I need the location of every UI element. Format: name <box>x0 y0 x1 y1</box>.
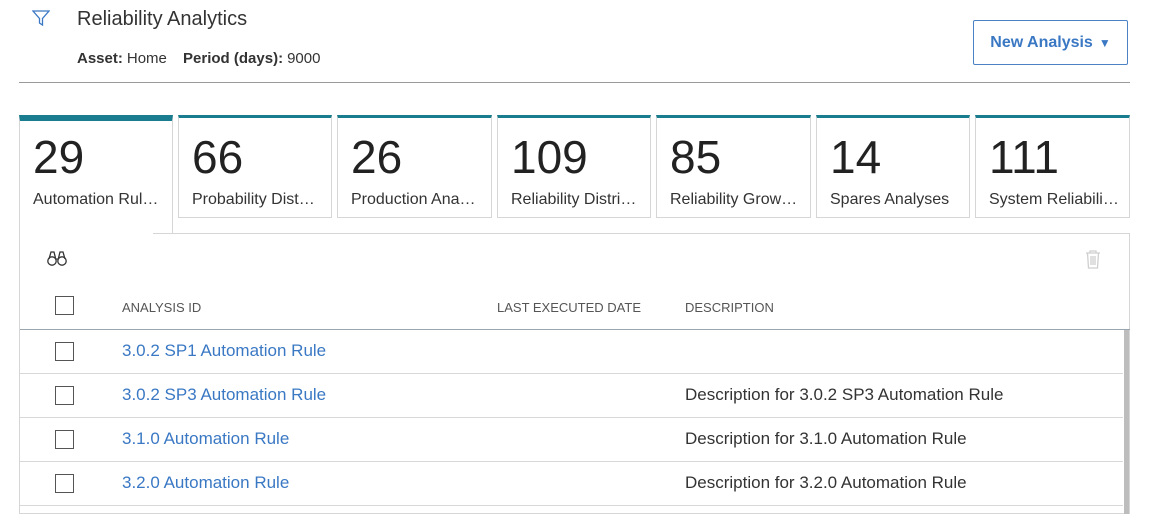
caret-down-icon: ▼ <box>1098 35 1111 50</box>
new-analysis-button[interactable]: New Analysis ▼ <box>973 20 1128 65</box>
row-checkbox[interactable] <box>55 430 74 449</box>
tab-system-reliability[interactable]: 111 System Reliabili… <box>975 115 1130 218</box>
asset-value: Home <box>126 50 167 67</box>
select-all-checkbox[interactable] <box>55 296 74 315</box>
header-divider <box>19 82 1130 83</box>
binoculars-icon[interactable] <box>46 248 68 268</box>
description-cell: Description for 3.2.0 Automation Rule <box>685 473 967 492</box>
tab-count: 111 <box>989 131 1059 183</box>
analysis-id-link[interactable]: 3.1.0 Automation Rule <box>122 429 289 449</box>
new-analysis-label: New Analysis <box>990 33 1093 51</box>
tab-count: 109 <box>511 131 588 183</box>
description-cell: Description for 3.0.2 SP3 Automation Rul… <box>685 385 1004 404</box>
row-divider <box>20 505 1123 506</box>
tab-reliability-growth[interactable]: 85 Reliability Grow… <box>656 115 811 218</box>
row-checkbox[interactable] <box>55 342 74 361</box>
analysis-id-link[interactable]: 3.0.2 SP3 Automation Rule <box>122 385 326 405</box>
column-header-analysis-id[interactable]: ANALYSIS ID <box>122 300 201 315</box>
analyses-table-panel: ANALYSIS ID LAST EXECUTED DATE DESCRIPTI… <box>19 234 1130 514</box>
page-header: Reliability Analytics Asset: Home Period … <box>0 0 1157 83</box>
table-row: 3.2.0 Automation Rule Description for 3.… <box>20 462 1123 506</box>
period-value: 9000 <box>287 50 321 67</box>
page-title: Reliability Analytics <box>77 8 248 30</box>
analysis-type-tabs: 29 Automation Rul… 66 Probability Dist… … <box>19 115 1130 235</box>
tab-spares-analyses[interactable]: 14 Spares Analyses <box>816 115 970 218</box>
period-label: Period (days): <box>183 50 284 67</box>
tab-label: System Reliabili… <box>989 191 1119 208</box>
table-row: 3.0.2 SP1 Automation Rule <box>20 330 1123 374</box>
description-cell: Description for 3.1.0 Automation Rule <box>685 429 967 448</box>
column-header-description[interactable]: DESCRIPTION <box>685 300 774 315</box>
trash-icon[interactable] <box>1084 248 1102 270</box>
tab-count: 85 <box>670 131 722 183</box>
tab-count: 29 <box>33 131 85 183</box>
table-row: 3.0.2 SP3 Automation Rule Description fo… <box>20 374 1123 418</box>
tab-label: Spares Analyses <box>830 191 950 208</box>
context-info: Asset: Home Period (days): 9000 <box>77 50 332 67</box>
column-header-last-executed-date[interactable]: LAST EXECUTED DATE <box>497 300 641 315</box>
tab-label: Probability Dist… <box>192 191 315 208</box>
tab-count: 14 <box>830 131 882 183</box>
tab-label: Reliability Grow… <box>670 191 798 208</box>
tab-automation-rules[interactable]: 29 Automation Rul… <box>19 115 173 234</box>
tab-reliability-distributions[interactable]: 109 Reliability Distri… <box>497 115 651 218</box>
filter-icon[interactable] <box>31 9 51 27</box>
analysis-id-link[interactable]: 3.0.2 SP1 Automation Rule <box>122 341 326 361</box>
tab-label: Reliability Distri… <box>511 191 637 208</box>
tab-label: Automation Rul… <box>33 191 159 208</box>
row-checkbox[interactable] <box>55 474 74 493</box>
table-row: 3.1.0 Automation Rule Description for 3.… <box>20 418 1123 462</box>
tab-count: 66 <box>192 131 244 183</box>
asset-label: Asset: <box>77 50 123 67</box>
tab-label: Production Ana… <box>351 191 476 208</box>
tab-probability-distributions[interactable]: 66 Probability Dist… <box>178 115 332 218</box>
table-scrollbar[interactable] <box>1124 330 1129 514</box>
tab-production-analyses[interactable]: 26 Production Ana… <box>337 115 492 218</box>
row-checkbox[interactable] <box>55 386 74 405</box>
tab-count: 26 <box>351 131 403 183</box>
analysis-id-link[interactable]: 3.2.0 Automation Rule <box>122 473 289 493</box>
